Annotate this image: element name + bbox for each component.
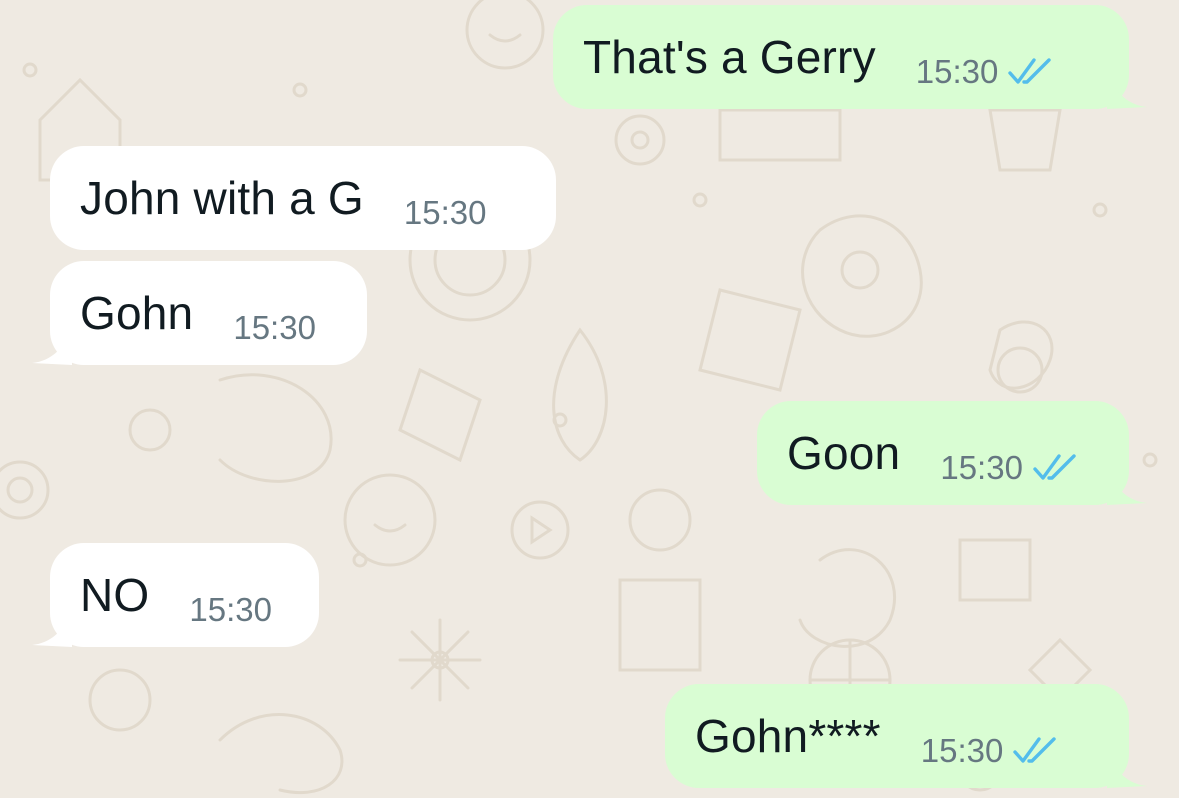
message-incoming[interactable]: John with a G 15:30 (50, 146, 556, 250)
message-outgoing[interactable]: Gohn**** 15:30 (665, 684, 1147, 788)
double-check-icon (1013, 737, 1057, 763)
message-text: That's a Gerry (583, 31, 876, 83)
message-text: Gohn**** (695, 710, 881, 762)
bubble-tail (1107, 69, 1147, 109)
bubble-tail (1107, 748, 1147, 788)
message-text: Gohn (80, 287, 194, 339)
bubble-tail (32, 607, 72, 647)
bubble-tail (1107, 465, 1147, 505)
message-outgoing[interactable]: Goon 15:30 (757, 401, 1147, 505)
message-time: 15:30 (233, 309, 316, 346)
message-outgoing[interactable]: That's a Gerry 15:30 (553, 5, 1147, 109)
double-check-icon (1033, 454, 1076, 480)
message-incoming[interactable]: Gohn 15:30 (32, 261, 367, 365)
double-check-icon (1008, 58, 1052, 84)
chat-wallpaper (0, 0, 1158, 795)
bubble-tail (32, 325, 72, 365)
message-meta: 15:30 (916, 53, 1055, 91)
message-text: NO (80, 569, 150, 621)
message-text: Goon (787, 427, 901, 479)
message-time: 15:30 (189, 591, 272, 628)
message-text: John with a G (80, 172, 364, 224)
message-meta: 15:30 (233, 309, 316, 347)
message-meta: 15:30 (921, 732, 1060, 770)
message-meta: 15:30 (189, 591, 272, 629)
message-meta: 15:30 (404, 194, 487, 232)
message-time: 15:30 (915, 53, 999, 90)
message-time: 15:30 (940, 449, 1023, 486)
message-incoming[interactable]: NO 15:30 (32, 543, 319, 647)
message-time: 15:30 (920, 732, 1004, 769)
message-meta: 15:30 (940, 449, 1079, 487)
message-time: 15:30 (403, 194, 487, 231)
